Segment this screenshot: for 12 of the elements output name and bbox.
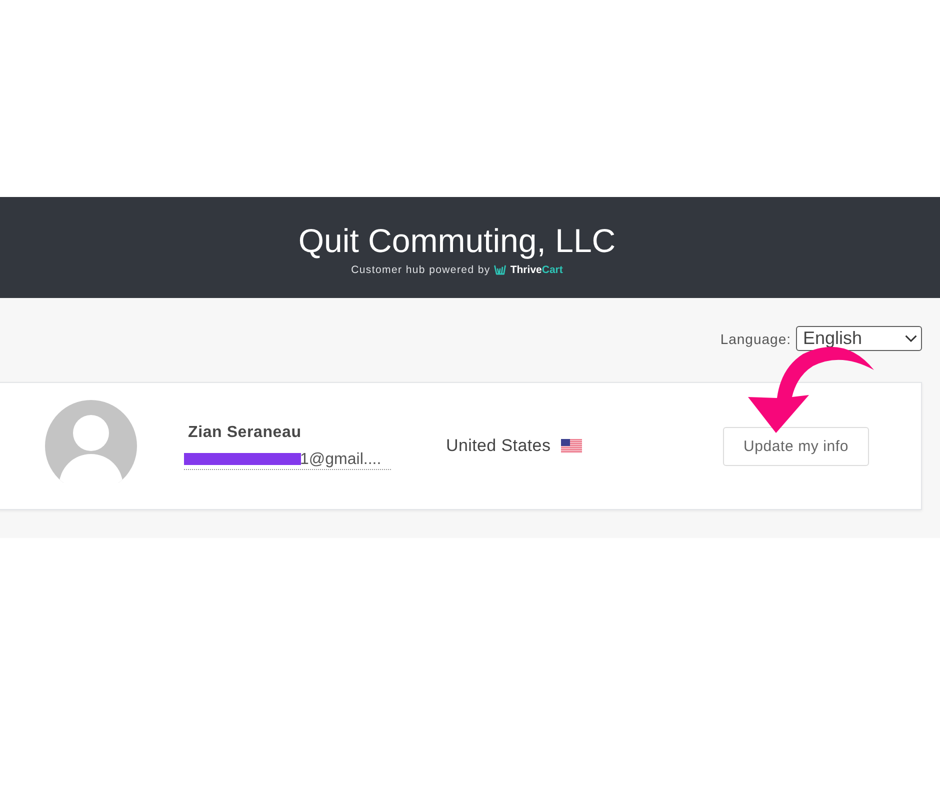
email-address: 1@gmail.... [300,451,382,469]
brand-name: ThriveCart [510,264,563,276]
country-name: United States [446,436,551,456]
language-select[interactable]: English [796,326,922,351]
company-title: Quit Commuting, LLC [298,222,616,260]
powered-by-text: Customer hub powered by [351,264,490,276]
customer-name: Zian Seraneau [188,424,302,442]
flag-icon [560,439,582,453]
logo-icon [494,264,506,274]
language-label: Language: [720,330,791,346]
update-info-button[interactable]: Update my info [723,426,869,466]
chevron-icon [905,335,917,342]
